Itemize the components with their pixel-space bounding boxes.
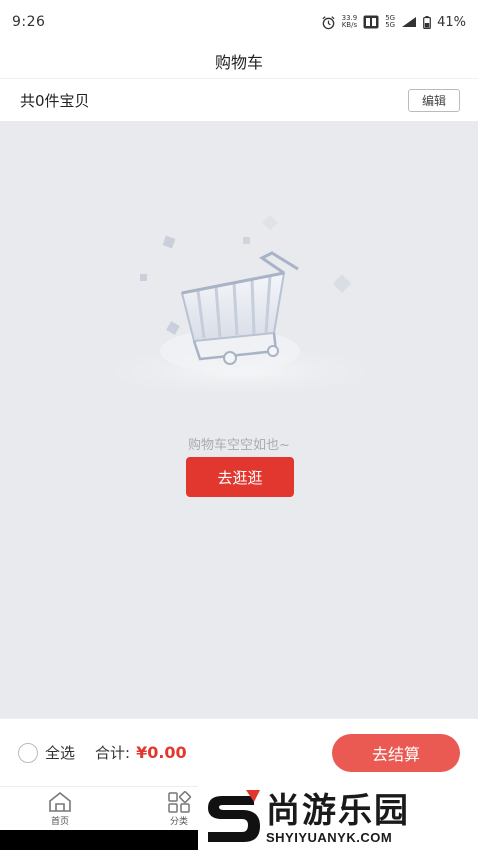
total-amount: ¥0.00 — [136, 743, 187, 762]
nav-label-category: 分类 — [169, 817, 188, 827]
category-icon — [168, 791, 191, 813]
home-icon — [49, 791, 71, 812]
nav-label-home: 首页 — [50, 817, 69, 827]
empty-cart-message: 购物车空空如也~ — [188, 438, 290, 453]
watermark: 尚游乐园 SHYIYUANYK.COM — [198, 786, 478, 850]
empty-cart-illustration — [80, 214, 400, 401]
go-shopping-label: 去逛逛 — [217, 468, 263, 487]
watermark-text: 尚游乐园 SHYIYUANYK.COM — [266, 792, 410, 845]
net-speed-indicator: 33.9 KB/s — [342, 15, 358, 29]
cart-page: 9:26 33.9 KB/s 5G 5G 41% 购物车 共0件宝贝 编辑 购物… — [0, 0, 478, 850]
status-bar: 9:26 33.9 KB/s 5G 5G 41% — [0, 0, 478, 44]
empty-cart-area: 购物车空空如也~ 去逛逛 — [0, 121, 478, 718]
network-type-indicator: 5G 5G — [385, 15, 395, 29]
status-icons: 33.9 KB/s 5G 5G 41% — [321, 15, 466, 30]
checkout-button[interactable]: 去结算 — [332, 733, 460, 772]
select-all-label: 全选 — [45, 744, 76, 762]
select-all-radio[interactable] — [18, 742, 38, 763]
total-label: 合计: — [95, 744, 131, 762]
cart-summary-bar: 共0件宝贝 编辑 — [0, 78, 478, 121]
watermark-cn: 尚游乐园 — [266, 790, 410, 831]
checkout-bar: 全选 合计: ¥0.00 去结算 — [0, 718, 478, 786]
signal-icon — [401, 16, 417, 28]
battery-icon — [423, 15, 431, 29]
hd-icon — [363, 15, 379, 29]
status-time: 9:26 — [12, 14, 46, 30]
watermark-en: SHYIYUANYK.COM — [266, 829, 393, 845]
watermark-logo-icon — [208, 790, 260, 842]
item-count-text: 共0件宝贝 — [20, 91, 90, 110]
page-header: 购物车 — [0, 44, 478, 77]
select-all-toggle[interactable]: 全选 — [18, 742, 75, 763]
checkout-button-label: 去结算 — [371, 744, 420, 764]
alarm-icon — [321, 15, 336, 30]
page-title: 购物车 — [214, 52, 263, 72]
go-shopping-button[interactable]: 去逛逛 — [186, 457, 294, 497]
edit-button-label: 编辑 — [421, 93, 446, 108]
nav-item-home[interactable]: 首页 — [30, 791, 90, 827]
edit-button[interactable]: 编辑 — [408, 88, 460, 112]
battery-percent: 41% — [437, 14, 466, 30]
network-label-2: 5G — [385, 21, 396, 29]
net-speed-unit: KB/s — [341, 21, 358, 29]
